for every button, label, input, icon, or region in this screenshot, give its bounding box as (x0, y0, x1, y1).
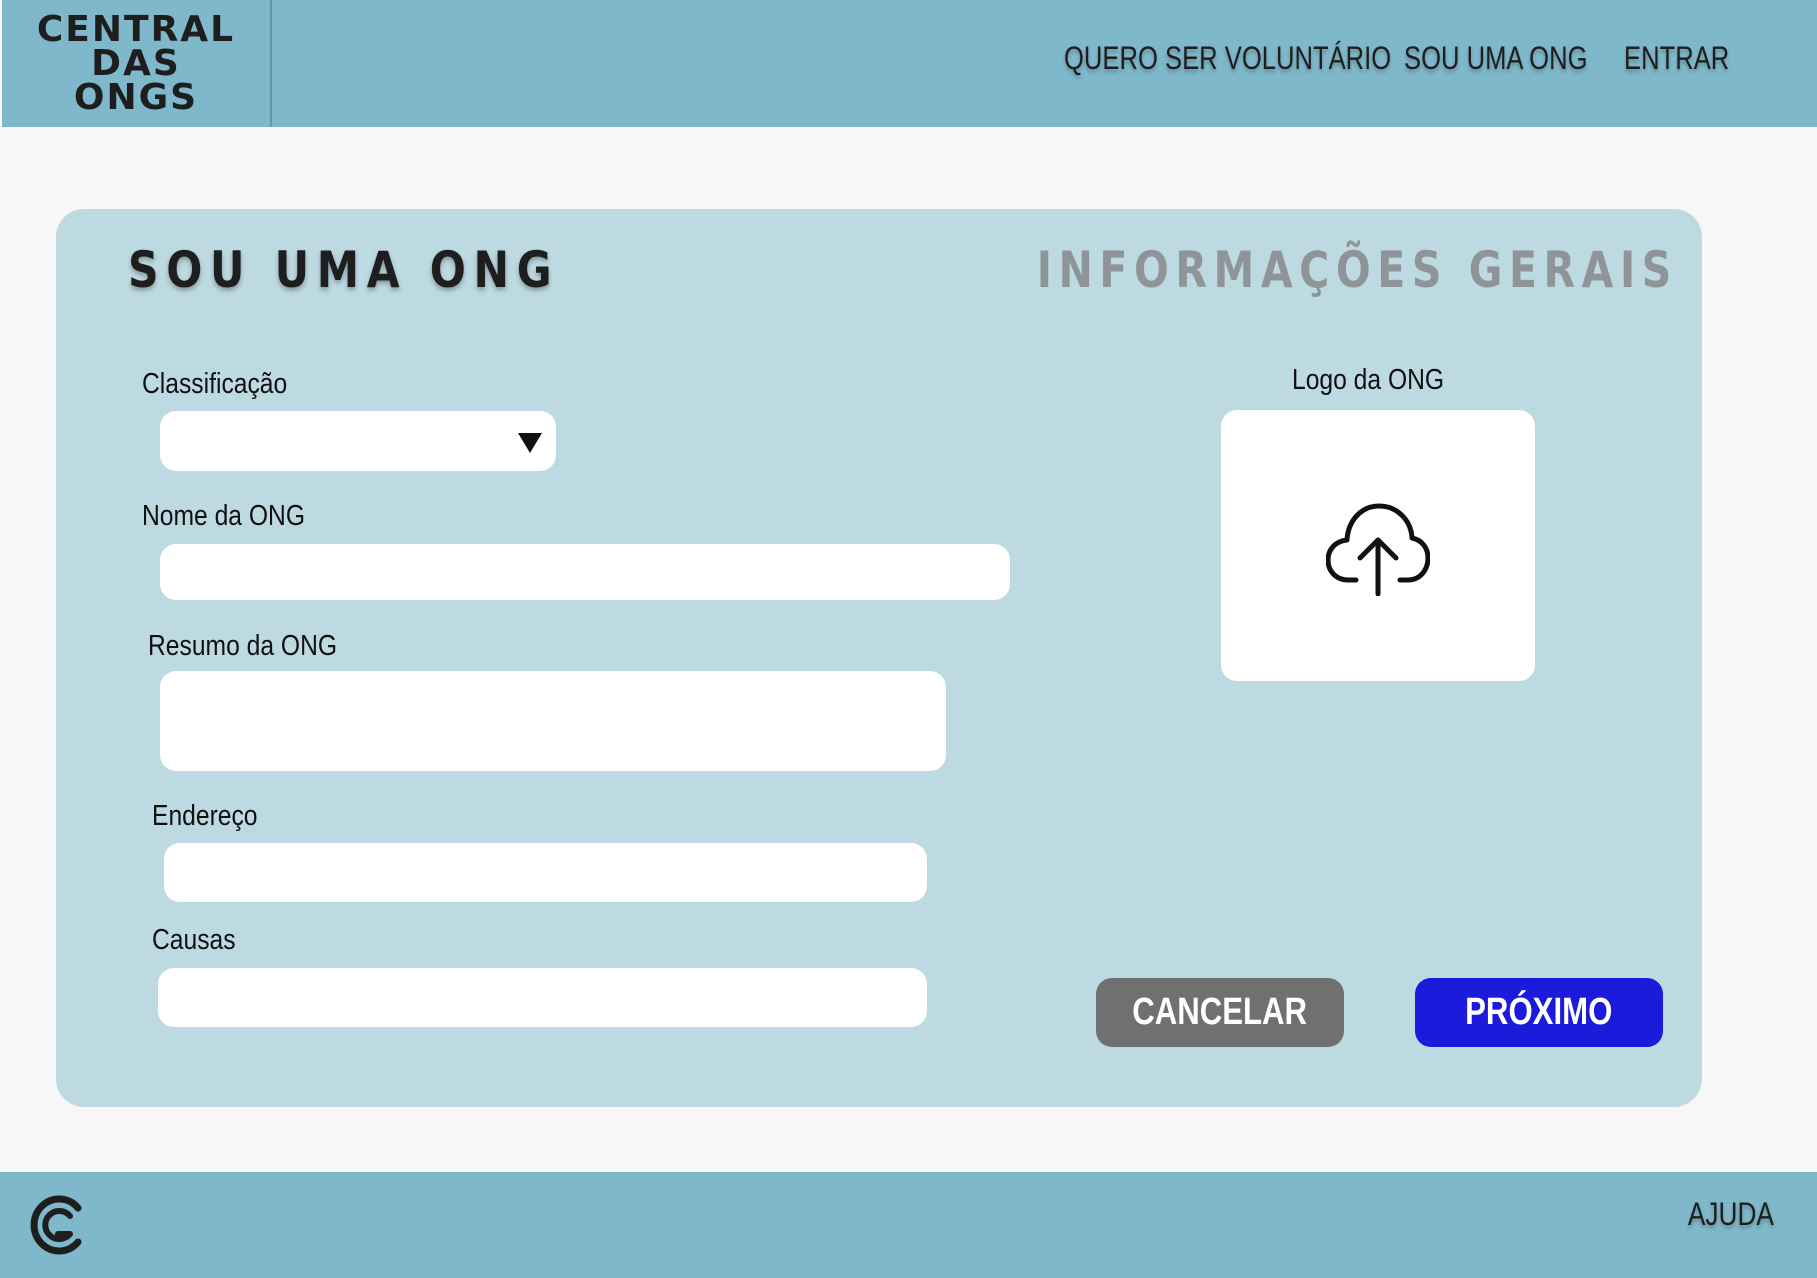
help-link[interactable]: AJUDA (1688, 1194, 1774, 1234)
step-title: INFORMAÇÕES GERAIS (1036, 241, 1678, 299)
next-button[interactable]: PRÓXIMO (1415, 978, 1663, 1047)
nome-input[interactable] (160, 544, 1010, 600)
next-button-label: PRÓXIMO (1465, 991, 1613, 1033)
cancel-button-label: CANCELAR (1132, 991, 1308, 1033)
cloud-upload-icon (1326, 503, 1430, 596)
causas-label: Causas (152, 924, 236, 956)
resumo-textarea[interactable] (160, 671, 946, 771)
logo-upload-label: Logo da ONG (1292, 364, 1445, 396)
logo-upload-dropzone[interactable] (1221, 410, 1535, 681)
brand-logo[interactable]: CENTRAL DAS ONGS (2, 0, 272, 127)
brand-logo-line-2: DAS (91, 42, 181, 84)
central-das-ongs-c-logo-icon[interactable] (28, 1194, 86, 1256)
footer: AJUDA (0, 1172, 1817, 1278)
page-title: SOU UMA ONG (128, 241, 560, 299)
resumo-label: Resumo da ONG (148, 630, 338, 662)
top-header: CENTRAL DAS ONGS QUERO SER VOLUNTÁRIO SO… (2, 0, 1817, 127)
ong-registration-card: SOU UMA ONG INFORMAÇÕES GERAIS Classific… (56, 209, 1702, 1107)
nome-label: Nome da ONG (142, 500, 306, 532)
dropdown-arrow-icon (518, 433, 542, 453)
classificacao-select[interactable] (160, 411, 556, 471)
nav-link-sou-uma-ong[interactable]: SOU UMA ONG (1404, 38, 1587, 78)
nav-link-entrar[interactable]: ENTRAR (1624, 38, 1729, 78)
brand-logo-line-3: ONGS (73, 76, 199, 118)
endereco-input[interactable] (164, 843, 927, 902)
cancel-button[interactable]: CANCELAR (1096, 978, 1344, 1047)
nav-link-quero-ser-voluntario[interactable]: QUERO SER VOLUNTÁRIO (1064, 38, 1391, 78)
classificacao-label: Classificação (142, 368, 288, 400)
causas-input[interactable] (158, 968, 927, 1027)
endereco-label: Endereço (152, 800, 258, 832)
brand-logo-line-1: CENTRAL (36, 8, 236, 50)
